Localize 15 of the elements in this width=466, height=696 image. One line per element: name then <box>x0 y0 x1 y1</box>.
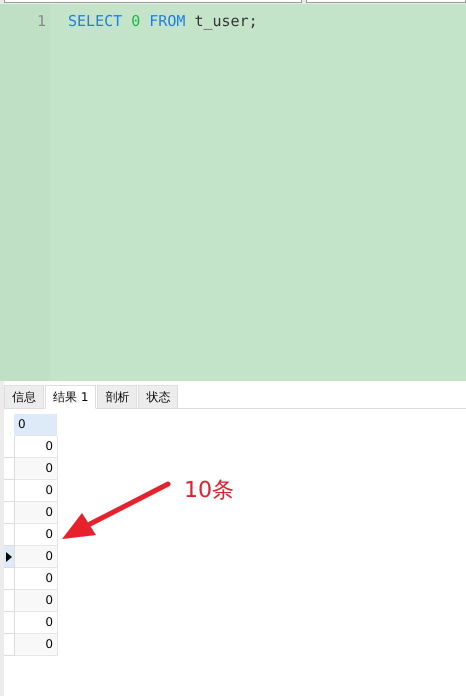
column-header[interactable]: 0 <box>14 414 57 436</box>
table-cell: 0 <box>15 502 58 524</box>
table-cell: 0 <box>15 546 58 568</box>
row-pointer-icon <box>6 552 12 562</box>
table-cell: 0 <box>15 458 58 480</box>
result-tab[interactable]: 信息 <box>4 385 44 409</box>
row-header[interactable] <box>4 546 15 568</box>
table-cell: 0 <box>15 590 58 612</box>
result-tab[interactable]: 剖析 <box>97 385 138 409</box>
result-tab[interactable]: 状态 <box>138 385 178 409</box>
table-cell: 0 <box>15 634 58 656</box>
line-number: 1 <box>36 12 47 30</box>
code-line: SELECT 0 FROM t_user; <box>68 12 258 30</box>
annotation-text: 10条 <box>184 477 234 505</box>
result-tab[interactable]: 结果 1 <box>45 385 96 409</box>
